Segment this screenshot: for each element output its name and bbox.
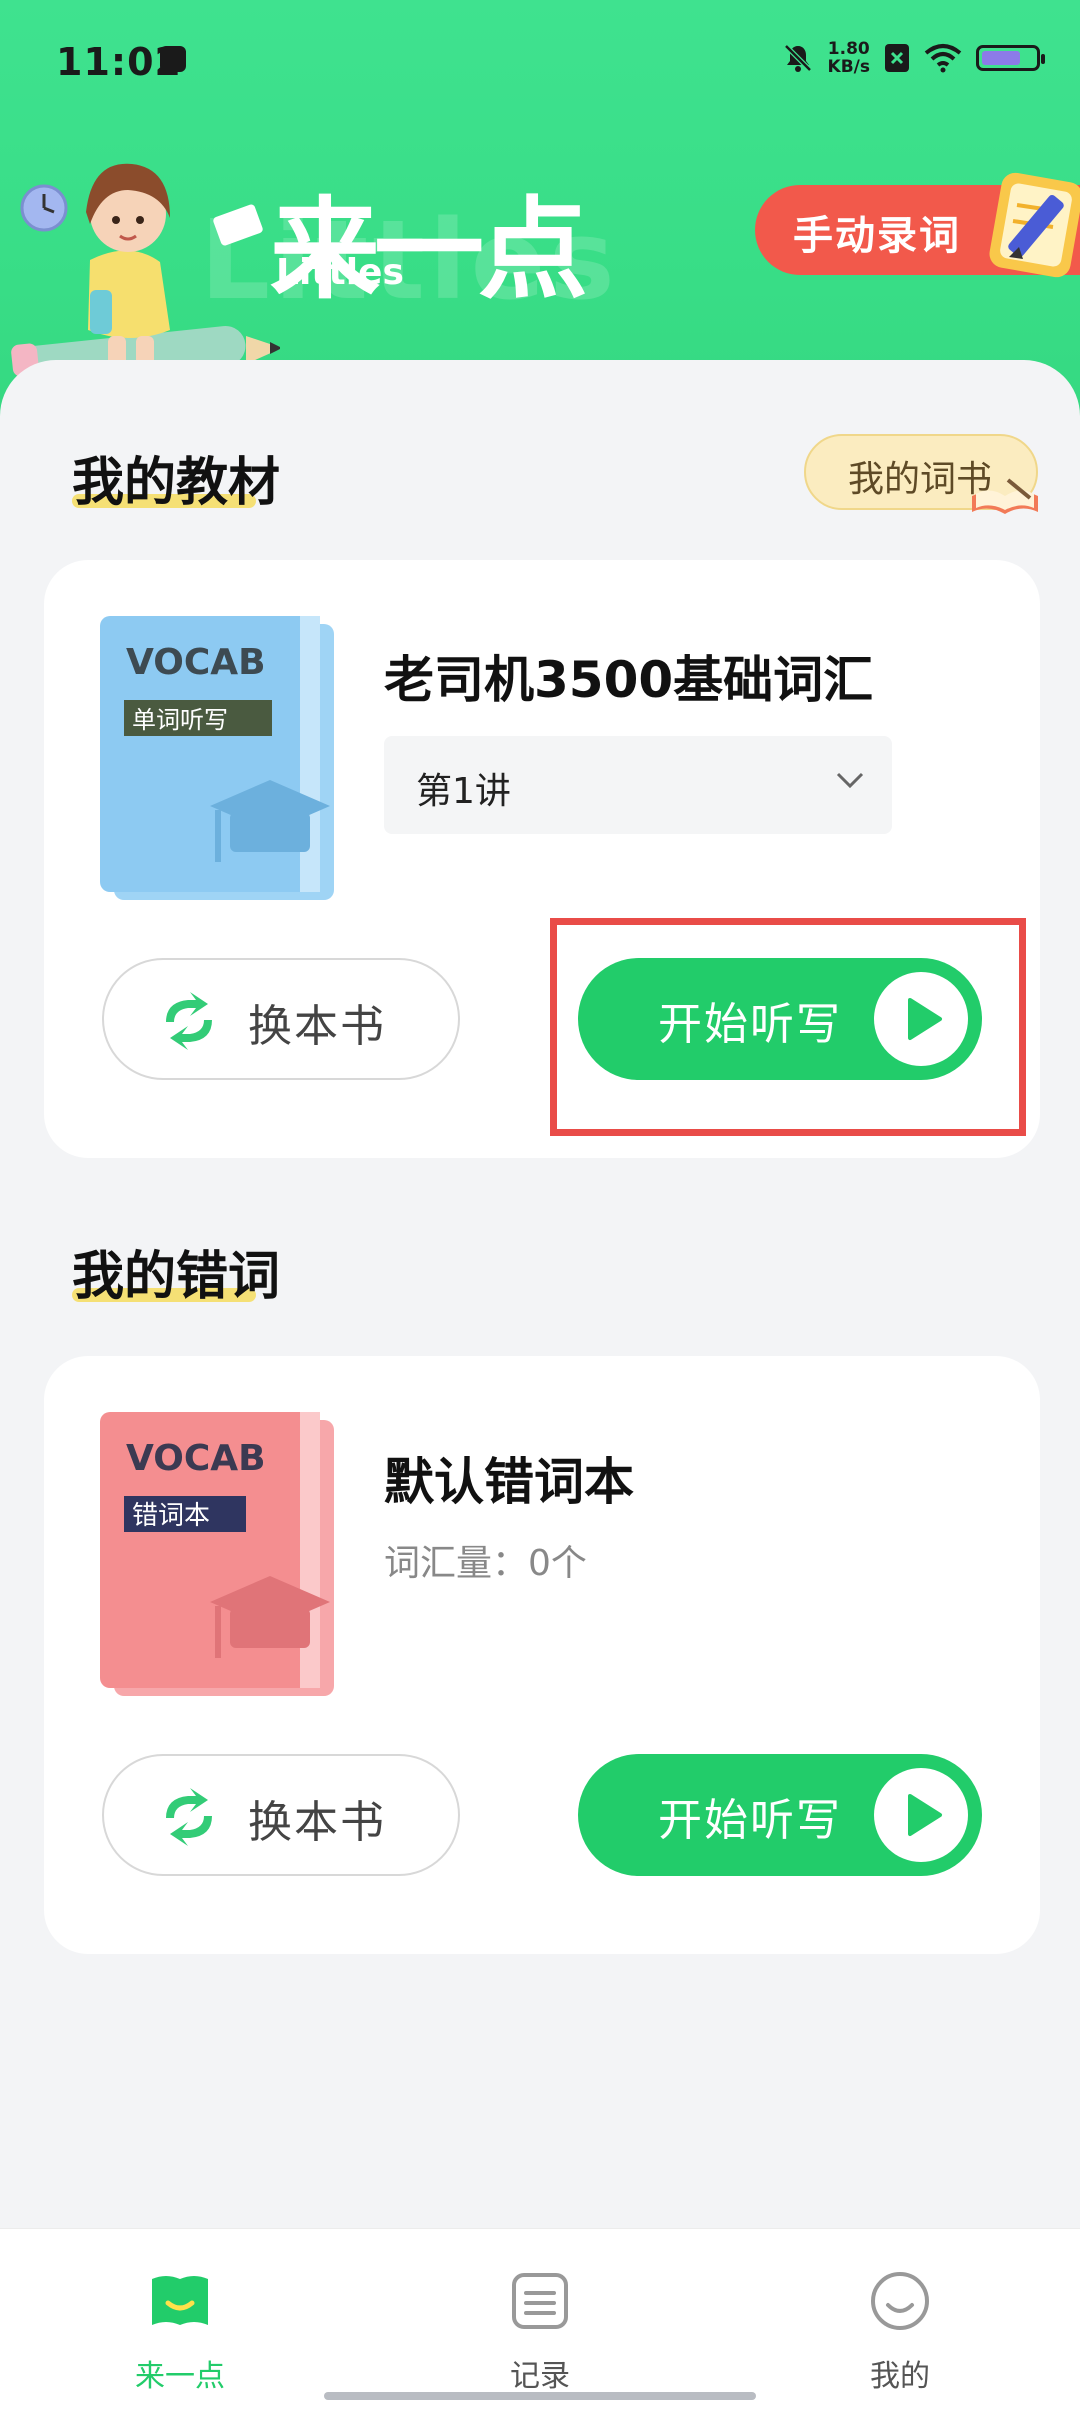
svg-text:VOCAB: VOCAB — [126, 642, 266, 683]
record-icon — [512, 2273, 568, 2329]
mistakes-card: VOCAB 错词本 默认错词本 词汇量：0个 换本书 开始听写 — [44, 1356, 1040, 1954]
svg-text:单词听写: 单词听写 — [132, 706, 228, 734]
svg-text:VOCAB: VOCAB — [126, 1438, 266, 1479]
nav-label-profile: 我的 — [870, 2359, 930, 2394]
section-title-my-mistakes: 我的错词 — [72, 1247, 281, 1307]
open-book-icon — [972, 478, 1038, 514]
lecture-dropdown[interactable]: 第1讲 — [384, 736, 892, 834]
refresh-icon — [166, 1788, 212, 1846]
logo-subtitle: Littles — [276, 252, 404, 293]
swap-book-label: 换本书 — [248, 1001, 386, 1052]
refresh-icon — [166, 992, 212, 1050]
book-cover-vocab: VOCAB 单词听写 — [100, 616, 334, 900]
nav-label-home: 来一点 — [135, 2359, 225, 2394]
play-icon — [908, 1794, 942, 1836]
home-indicator[interactable] — [324, 2392, 756, 2400]
status-icons: 1.80 KB/s — [782, 39, 1045, 77]
swap-book-label: 换本书 — [248, 1797, 386, 1848]
vocab-count: 词汇量：0个 — [384, 1543, 587, 1584]
lecture-selected-value: 第1讲 — [416, 771, 511, 812]
play-button-circle — [874, 1768, 968, 1862]
network-speed: 1.80 KB/s — [827, 39, 870, 77]
mistakes-book-name: 默认错词本 — [384, 1453, 634, 1511]
textbook-name: 老司机3500基础词汇 — [384, 651, 874, 709]
nav-label-record: 记录 — [510, 2359, 570, 2394]
app-logo: 来一点 Littles — [270, 160, 600, 314]
bottom-nav: 来一点 记录 我的 — [0, 2228, 1080, 2409]
book-icon — [152, 2276, 208, 2325]
notepad-pencil-icon — [989, 172, 1080, 278]
start-dictation-button[interactable]: 开始听写 — [578, 1754, 982, 1876]
manual-entry-label: 手动录词 — [793, 213, 961, 259]
book-cover-mistakes: VOCAB 错词本 — [100, 1412, 334, 1696]
mute-icon — [783, 44, 812, 72]
status-bar: 11:02 1.80 KB/s — [0, 0, 1080, 130]
notification-icon — [160, 46, 186, 72]
nav-item-home[interactable]: 来一点 — [80, 2269, 280, 2394]
nav-item-profile[interactable]: 我的 — [800, 2269, 1000, 2394]
wifi-icon — [924, 44, 962, 73]
svg-text:错词本: 错词本 — [132, 1501, 210, 1531]
battery-icon — [976, 45, 1045, 71]
highlight-box — [550, 918, 1026, 1136]
chevron-down-icon — [836, 772, 864, 789]
my-wordbook-button[interactable]: 我的词书 — [804, 434, 1038, 514]
section-title-my-textbook: 我的教材 — [72, 453, 281, 513]
nav-item-record[interactable]: 记录 — [440, 2269, 640, 2394]
profile-icon — [871, 2272, 929, 2330]
swap-book-button[interactable]: 换本书 — [102, 958, 460, 1080]
no-sim-icon — [885, 44, 909, 72]
logo-text: 来一点 — [270, 186, 588, 314]
start-dictation-label: 开始听写 — [658, 1795, 842, 1846]
swap-book-button[interactable]: 换本书 — [102, 1754, 460, 1876]
manual-entry-button[interactable]: 手动录词 — [755, 172, 1080, 278]
